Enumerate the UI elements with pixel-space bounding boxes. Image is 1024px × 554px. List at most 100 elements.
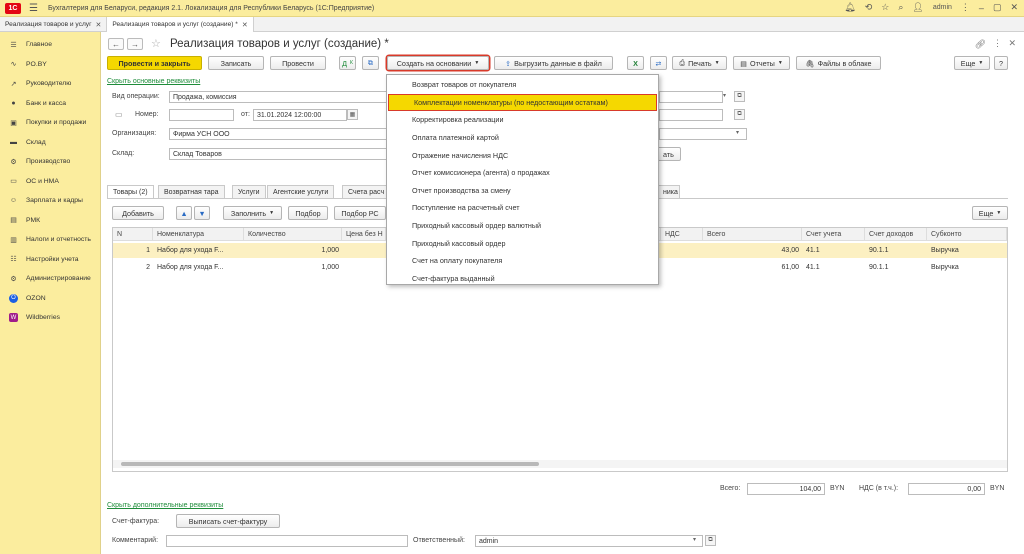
structure-icon[interactable]: ⧉ (362, 56, 379, 70)
favorites-icon[interactable]: ☆ (881, 2, 889, 13)
settings-menu-icon[interactable]: ⋮ (961, 2, 970, 13)
column-income-account[interactable]: Счет доходов (865, 228, 927, 241)
column-n[interactable]: N (113, 228, 153, 241)
menu-item-card-payment[interactable]: Оплата платежной картой (387, 129, 658, 147)
forward-button[interactable]: → (127, 38, 143, 50)
menu-item-currency-cash-receipt[interactable]: Приходный кассовый ордер валютный (387, 217, 658, 235)
user-icon[interactable]: 👤︎ (912, 2, 923, 13)
close-tab-icon[interactable]: ✕ (96, 21, 102, 29)
more-options-icon[interactable]: ⋮ (993, 38, 1002, 49)
exchange-icon[interactable]: ⇄ (650, 56, 667, 70)
column-price[interactable]: Цена без Н (342, 228, 386, 241)
user-name[interactable]: admin (933, 4, 952, 11)
menu-item-bank-receipt[interactable]: Поступление на расчетный счет (387, 199, 658, 217)
sidebar-item-wildberries[interactable]: W Wildberries (0, 308, 100, 328)
row-subconto[interactable]: Выручка (927, 244, 1007, 256)
number-field[interactable] (169, 109, 234, 121)
print-button[interactable]: ⎙ Печать ▼ (672, 56, 727, 70)
select-rs-button[interactable]: Подбор РС (334, 206, 386, 220)
select-button[interactable]: Подбор (288, 206, 328, 220)
move-up-icon[interactable]: ▲ (176, 206, 192, 220)
tab-goods[interactable]: Товары (2) (107, 185, 154, 198)
tab-settlement-accounts[interactable]: Счета расч (342, 185, 387, 198)
scrollbar-thumb[interactable] (121, 462, 539, 466)
calendar-icon[interactable]: ▦ (347, 109, 358, 120)
post-button[interactable]: Провести (270, 56, 326, 70)
row-total[interactable]: 43,00 (703, 244, 802, 256)
issue-invoice-button[interactable]: Выписать счет-фактуру (176, 514, 280, 528)
sidebar-item-poby[interactable]: ∿ PO.BY (0, 55, 100, 75)
sidebar-item-assets[interactable]: ▭ ОС и НМА (0, 172, 100, 192)
tab-additional[interactable]: ника (658, 185, 680, 198)
post-and-close-button[interactable]: Провести и закрыть (107, 56, 202, 70)
menu-item-shift-production-report[interactable]: Отчет производства за смену (387, 182, 658, 200)
row-income-account[interactable]: 90.1.1 (865, 244, 927, 256)
menu-item-commission-report[interactable]: Отчет комиссионера (агента) о продажах (387, 164, 658, 182)
debit-credit-icon[interactable]: ДК (339, 56, 356, 70)
row-item[interactable]: Набор для ухода F... (153, 261, 244, 273)
sidebar-item-taxes[interactable]: ▥ Налоги и отчетность (0, 230, 100, 250)
row-account[interactable]: 41.1 (802, 244, 865, 256)
grid-more-button[interactable]: Еще ▼ (972, 206, 1008, 220)
minimize-icon[interactable]: – (979, 3, 984, 13)
sidebar-item-warehouse[interactable]: ▬ Склад (0, 133, 100, 153)
sidebar-item-salary[interactable]: ☺ Зарплата и кадры (0, 191, 100, 211)
dropdown-icon[interactable]: ▾ (736, 129, 739, 136)
column-quantity[interactable]: Количество (244, 228, 342, 241)
menu-item-customer-return[interactable]: Возврат товаров от покупателя (387, 76, 658, 94)
organization-field[interactable]: Фирма УСН ООО (169, 128, 387, 140)
row-income-account[interactable]: 90.1.1 (865, 261, 927, 273)
row-total[interactable]: 61,00 (703, 261, 802, 273)
main-menu-icon[interactable]: ☰ (29, 3, 38, 14)
reports-button[interactable]: ▤ Отчеты ▼ (733, 56, 790, 70)
sidebar-item-ozon[interactable]: O OZON (0, 289, 100, 309)
operation-field[interactable]: Продажа, комиссия (169, 91, 387, 103)
help-button[interactable]: ? (994, 56, 1008, 70)
column-total[interactable]: Всего (703, 228, 802, 241)
link-icon[interactable]: 🔗︎ (975, 39, 986, 50)
menu-item-payment-invoice[interactable]: Счет на оплату покупателя (387, 252, 658, 270)
tab-returnable-tare[interactable]: Возвратная тара (158, 185, 225, 198)
dropdown-icon[interactable]: ▾ (723, 92, 726, 99)
favorite-star-icon[interactable]: ☆ (151, 37, 161, 50)
cloud-files-button[interactable]: 🖇︎ Файлы в облаке (796, 56, 881, 70)
row-item[interactable]: Набор для ухода F... (153, 244, 244, 256)
row-quantity[interactable]: 1,000 (244, 261, 342, 273)
bell-icon[interactable]: 🔔︎ (844, 2, 855, 13)
open-icon[interactable]: ⧉ (705, 535, 716, 546)
row-subconto[interactable]: Выручка (927, 261, 1007, 273)
open-icon[interactable]: ⧉ (734, 91, 745, 102)
search-icon[interactable]: ⌕ (898, 2, 903, 13)
dropdown-icon[interactable]: ▾ (693, 536, 696, 543)
hide-extra-attributes-link[interactable]: Скрыть дополнительные реквизиты (107, 502, 223, 509)
menu-item-invoice-issued[interactable]: Счет-фактура выданный (387, 270, 658, 288)
sidebar-item-admin[interactable]: ⚙ Администрирование (0, 269, 100, 289)
responsible-field[interactable]: admin (475, 535, 703, 547)
tab-sales-list[interactable]: Реализация товаров и услуг ✕ (0, 17, 108, 32)
history-icon[interactable]: ⟲ (865, 2, 873, 13)
account-field[interactable] (659, 128, 747, 140)
hidden-action-button[interactable]: ать (656, 147, 681, 161)
more-button[interactable]: Еще ▼ (954, 56, 990, 70)
row-quantity[interactable]: 1,000 (244, 244, 342, 256)
move-down-icon[interactable]: ▼ (194, 206, 210, 220)
comment-field[interactable] (166, 535, 408, 547)
back-button[interactable]: ← (108, 38, 124, 50)
sidebar-item-bank[interactable]: ● Банк и касса (0, 94, 100, 114)
counterparty-field[interactable] (659, 109, 723, 121)
warehouse-field[interactable]: Склад Товаров (169, 148, 387, 160)
add-row-button[interactable]: Добавить (112, 206, 164, 220)
close-form-icon[interactable]: ✕ (1008, 38, 1016, 49)
fill-button[interactable]: Заполнить ▼ (223, 206, 282, 220)
tab-sales-new[interactable]: Реализация товаров и услуг (создание) * … (107, 17, 254, 32)
close-icon[interactable]: ✕ (1010, 2, 1018, 13)
sidebar-item-purchases[interactable]: ▣ Покупки и продажи (0, 113, 100, 133)
column-item[interactable]: Номенклатура (153, 228, 244, 241)
sidebar-item-settings[interactable]: ☷ Настройки учета (0, 250, 100, 270)
sidebar-item-manager[interactable]: ↗ Руководителю (0, 74, 100, 94)
tab-services[interactable]: Услуги (232, 185, 266, 198)
column-subconto[interactable]: Субконто (927, 228, 1007, 241)
tab-agent-services[interactable]: Агентские услуги (267, 185, 335, 198)
sidebar-item-rmk[interactable]: ▤ РМК (0, 211, 100, 231)
column-vat[interactable]: НДС (660, 228, 703, 241)
